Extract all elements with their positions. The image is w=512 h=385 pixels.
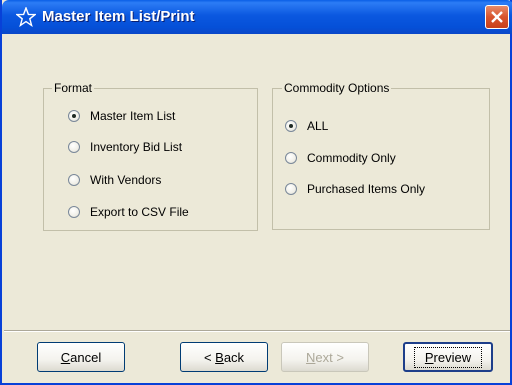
commodity-option-commodity-only[interactable]: Commodity Only <box>285 151 396 165</box>
option-label: ALL <box>307 119 329 133</box>
format-option-with-vendors[interactable]: With Vendors <box>68 173 161 187</box>
commodity-options-group: Commodity Options ALL Commodity Only Pur… <box>272 81 490 230</box>
format-option-master-item-list[interactable]: Master Item List <box>68 109 175 123</box>
format-group: Format Master Item List Inventory Bid Li… <box>43 81 258 231</box>
back-button[interactable]: < Back <box>180 342 268 372</box>
cancel-label: Cancel <box>60 349 102 365</box>
next-label: Next > <box>306 349 344 365</box>
next-button[interactable]: Next > <box>281 342 369 372</box>
commodity-option-purchased-items-only[interactable]: Purchased Items Only <box>285 182 425 196</box>
preview-label: Preview <box>413 346 483 368</box>
option-label: Export to CSV File <box>90 205 189 219</box>
format-option-export-csv[interactable]: Export to CSV File <box>68 205 189 219</box>
title-bar[interactable]: Master Item List/Print <box>2 0 512 34</box>
cancel-button[interactable]: Cancel <box>37 342 125 372</box>
option-label: Commodity Only <box>307 151 396 165</box>
radio-button[interactable] <box>68 141 80 153</box>
radio-button[interactable] <box>285 152 297 164</box>
commodity-option-all[interactable]: ALL <box>285 119 328 133</box>
option-label: Purchased Items Only <box>307 182 426 196</box>
button-divider <box>4 330 510 332</box>
option-label: Inventory Bid List <box>90 140 183 154</box>
option-label: Master Item List <box>90 109 176 123</box>
radio-button[interactable] <box>68 206 80 218</box>
radio-button[interactable] <box>68 110 80 122</box>
dialog-window: Master Item List/Print Format Master Ite… <box>0 0 512 385</box>
option-label: With Vendors <box>90 173 162 187</box>
format-legend: Format <box>52 81 95 95</box>
radio-button[interactable] <box>285 120 297 132</box>
window-title: Master Item List/Print <box>42 8 195 25</box>
radio-button[interactable] <box>285 183 297 195</box>
commodity-options-legend: Commodity Options <box>282 81 392 95</box>
close-icon <box>491 11 503 23</box>
back-label: < Back <box>203 349 245 365</box>
format-option-inventory-bid-list[interactable]: Inventory Bid List <box>68 140 182 154</box>
radio-button[interactable] <box>68 174 80 186</box>
preview-button[interactable]: Preview <box>403 342 493 372</box>
star-icon <box>16 7 36 27</box>
close-button[interactable] <box>485 5 509 29</box>
